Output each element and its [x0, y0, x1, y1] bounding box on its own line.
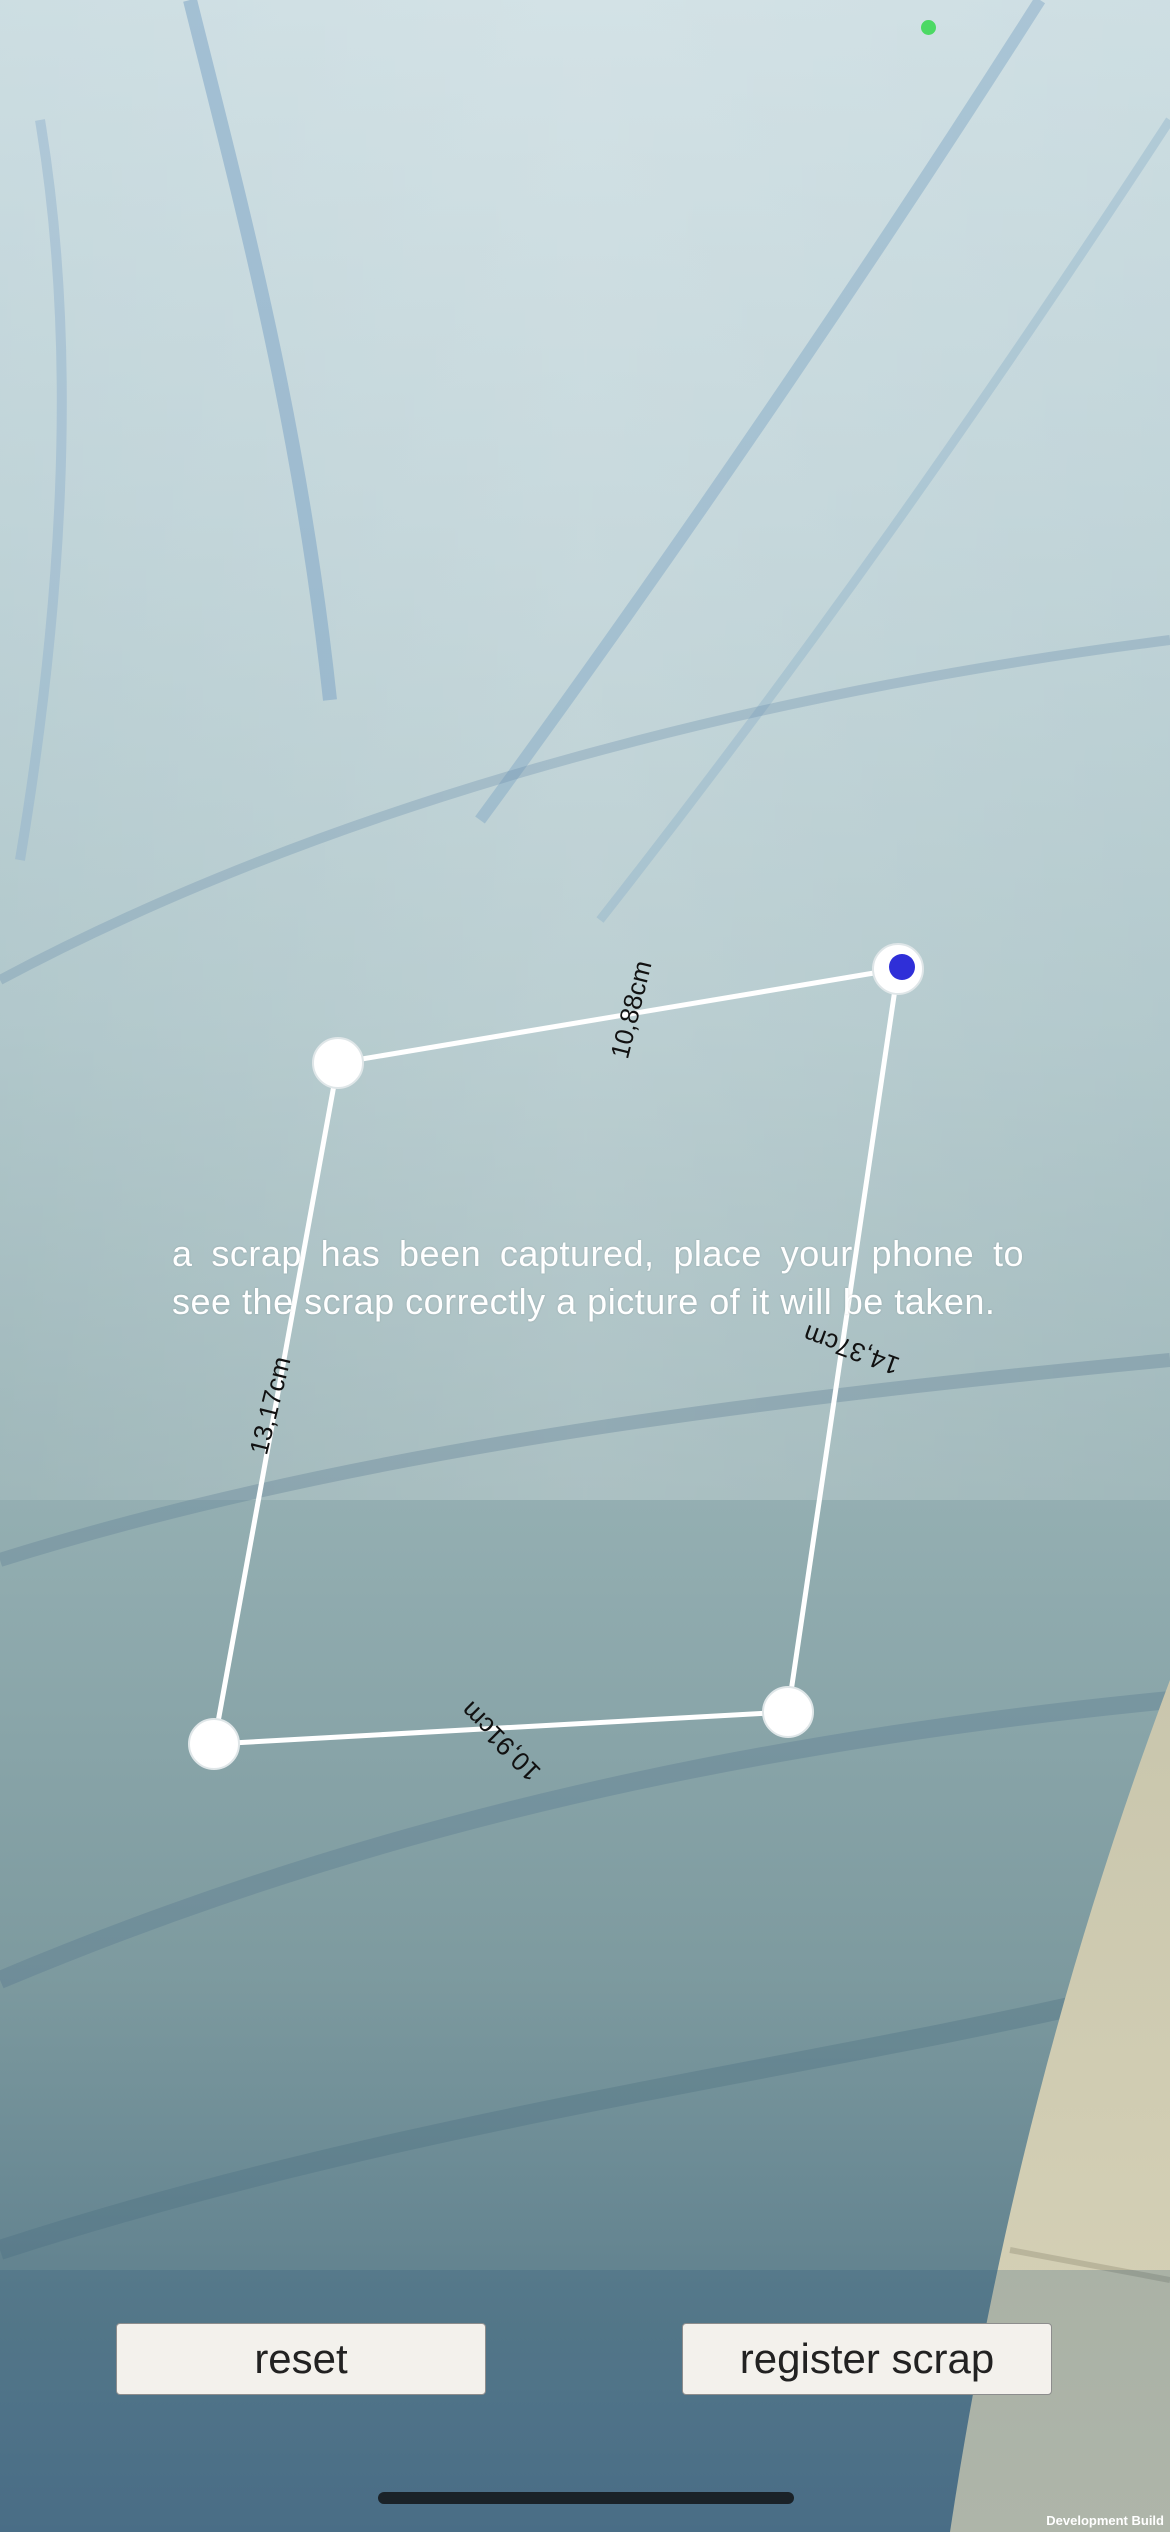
- reset-button[interactable]: reset: [116, 2323, 486, 2395]
- corner-handle-top-left[interactable]: [312, 1037, 364, 1089]
- register-scrap-button[interactable]: register scrap: [682, 2323, 1052, 2395]
- instruction-text: a scrap has been captured, place your ph…: [172, 1233, 1024, 1322]
- selected-handle-icon: [889, 954, 915, 980]
- measurement-bottom-label: 10,91cm: [455, 1696, 547, 1788]
- development-build-label: Development Build: [1046, 2513, 1164, 2528]
- measurement-right-label: 14,37cm: [799, 1319, 903, 1381]
- corner-handle-top-right[interactable]: [872, 943, 924, 995]
- measurement-left-label: 13,17cm: [243, 1353, 296, 1457]
- corner-handle-bottom-left[interactable]: [188, 1718, 240, 1770]
- corner-handle-bottom-right[interactable]: [762, 1686, 814, 1738]
- ar-camera-view: 10,88cm 14,37cm 10,91cm 13,17cm a scrap …: [0, 0, 1170, 2532]
- home-indicator[interactable]: [378, 2492, 794, 2504]
